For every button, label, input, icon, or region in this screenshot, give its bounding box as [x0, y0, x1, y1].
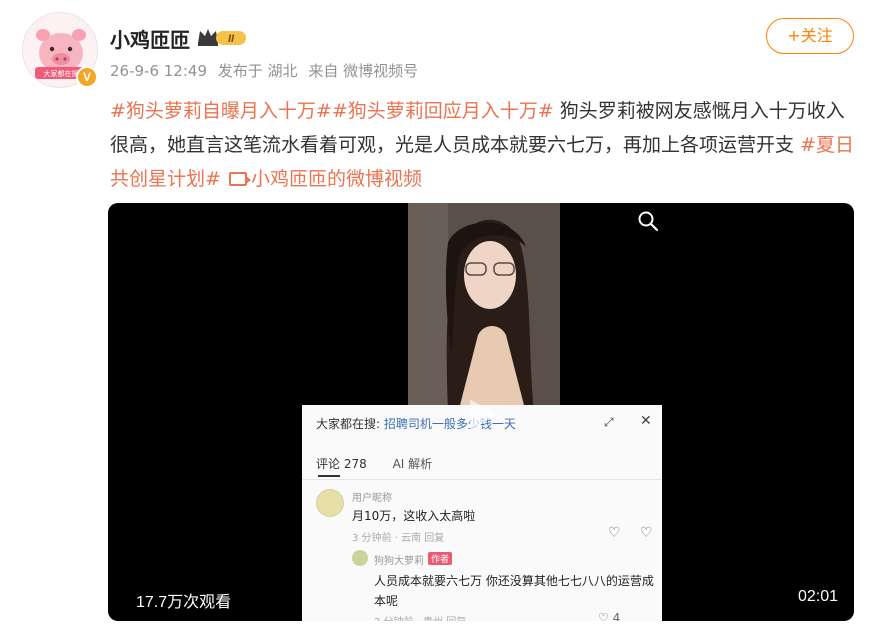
hashtag-link[interactable]: #狗头萝莉自曝月入十万#	[110, 100, 332, 122]
close-icon: ✕	[640, 413, 652, 429]
divider	[302, 479, 662, 480]
comment-meta: 3 分钟前 · 云南 回复	[352, 533, 445, 544]
video-source-label: 小鸡匝匝的微博视频	[250, 168, 422, 190]
author-name: 狗狗大萝莉	[374, 556, 424, 567]
reply-text: 人员成本就要六七万 你还没算其他七七八八的运营成本呢	[374, 574, 654, 608]
reply-like-count: 4	[612, 611, 621, 621]
username[interactable]: 小鸡匝匝	[110, 24, 190, 53]
commenter-avatar	[316, 489, 344, 517]
video-source-link[interactable]: 小鸡匝匝的微博视频	[227, 168, 422, 190]
post-time[interactable]: 26-9-6 12:49	[110, 62, 207, 80]
hashtag-link[interactable]: #狗头萝莉回应月入十万#	[332, 100, 554, 122]
avatar[interactable]: 大家都在搜 V	[22, 12, 98, 88]
collapse-icon: ⤢	[604, 415, 614, 429]
post-source[interactable]: 来自 微博视频号	[308, 62, 418, 80]
search-icon[interactable]	[636, 209, 660, 233]
reply-meta: 2 分钟前 · 贵州 回复	[374, 613, 466, 621]
svg-text:II: II	[228, 33, 235, 45]
video-person-image	[408, 203, 560, 413]
tab-ai-analysis: AI 解析	[392, 457, 433, 471]
follow-button[interactable]: +关注	[766, 18, 854, 54]
video-player[interactable]: 大家都在搜: 招聘司机一般多少钱一天 ⤢ ✕ 评论 278 AI 解析 用户昵称…	[108, 203, 854, 621]
post-location: 发布于 湖北	[217, 62, 298, 80]
commenter-name: 用户昵称	[352, 493, 392, 504]
video-camera-icon	[228, 172, 251, 186]
comment-tabs: 评论 278 AI 解析	[316, 455, 432, 472]
member-crown-icon[interactable]: II	[196, 26, 248, 48]
video-frame	[408, 203, 560, 413]
author-avatar	[352, 550, 368, 566]
post-meta: 26-9-6 12:49 发布于 湖北 来自 微博视频号	[110, 60, 424, 81]
view-count: 17.7万次观看	[136, 594, 232, 611]
comment-text: 月10万，这收入太高啦	[352, 509, 476, 523]
verified-badge: V	[76, 66, 98, 88]
dislike-icon: ♡	[640, 525, 653, 541]
video-duration: 02:01	[798, 588, 839, 605]
svg-text:大家都在搜: 大家都在搜	[44, 69, 79, 78]
tab-comments: 评论 278	[316, 457, 367, 471]
author-badge: 作者	[428, 552, 453, 565]
post-text: #狗头萝莉自曝月入十万##狗头萝莉回应月入十万# 狗头罗莉被网友感慨月入十万收入…	[110, 94, 856, 196]
active-tab-indicator	[318, 475, 340, 477]
trending-label: 大家都在搜:	[316, 417, 381, 431]
reply-likes: ♡ 4	[598, 611, 620, 621]
heart-icon: ♡	[608, 525, 621, 541]
play-icon[interactable]	[454, 389, 506, 441]
